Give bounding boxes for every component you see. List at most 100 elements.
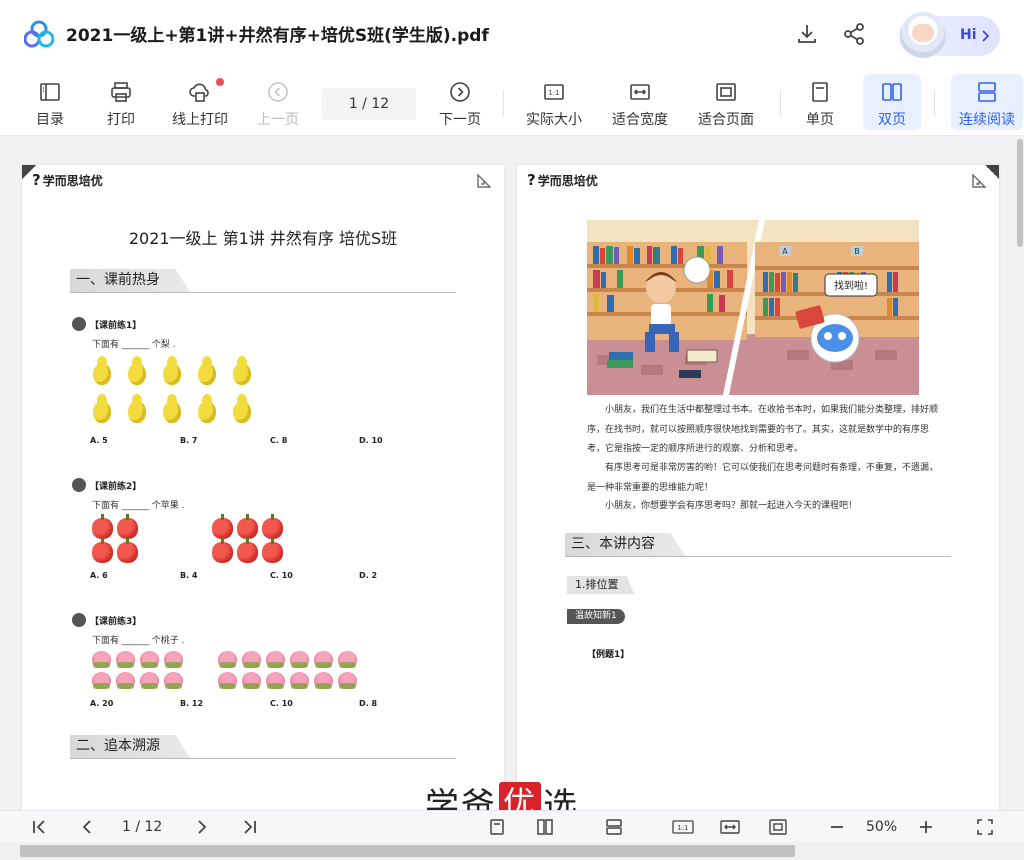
double-page-label: 双页 xyxy=(878,112,906,128)
apple xyxy=(117,538,138,563)
document-viewer[interactable]: 学而思培优 2021一级上 第1讲 井然有序 培优S班 一、课前热身 【课前练1… xyxy=(0,137,1024,810)
apple xyxy=(212,538,233,563)
zoom-out-icon[interactable] xyxy=(828,818,846,836)
pear xyxy=(90,391,114,423)
double-page-view-icon[interactable] xyxy=(536,818,554,836)
example-label: 【例题1】 xyxy=(587,650,630,660)
scroll-thumb[interactable] xyxy=(20,845,795,857)
single-page-button[interactable]: 单页 xyxy=(800,74,840,130)
chevron-right-icon xyxy=(982,30,990,42)
question-text: 下面有 ______ 个桃子 . xyxy=(92,636,185,646)
exercise-label: 【课前练1】 xyxy=(72,317,141,331)
single-page-label: 单页 xyxy=(806,112,834,128)
chevron-left-circle-icon xyxy=(268,82,288,102)
apple-group xyxy=(212,514,283,539)
online-print-button[interactable]: 线上打印 xyxy=(166,74,234,130)
pear xyxy=(90,353,114,385)
first-page-icon[interactable] xyxy=(31,818,49,836)
fit-width-label: 适合宽度 xyxy=(612,112,668,128)
print-label: 打印 xyxy=(107,112,135,128)
prev-page-icon[interactable] xyxy=(78,818,96,836)
fit-page-view-icon[interactable] xyxy=(769,818,787,836)
zoom-in-icon[interactable] xyxy=(917,818,935,836)
pdf-page-2: 学而思培优 xyxy=(517,165,999,810)
page-heading: 2021一级上 第1讲 井然有序 培优S班 xyxy=(128,229,398,248)
option: B. 12 xyxy=(180,699,204,708)
review-tag: 温故知新1 xyxy=(567,609,625,624)
actual-size-view-icon[interactable]: 1:1 xyxy=(672,818,694,836)
vertical-scrollbar[interactable] xyxy=(1016,137,1024,810)
apple xyxy=(237,538,258,563)
option: B. 4 xyxy=(180,571,198,580)
ruler-icon xyxy=(477,173,492,188)
continuous-view-icon[interactable] xyxy=(605,818,623,836)
zoom-level: 50% xyxy=(866,819,898,835)
document-title: 2021一级上+第1讲+井然有序+培优S班(学生版).pdf xyxy=(66,26,489,46)
exercise-label: 【课前练2】 xyxy=(72,478,141,492)
single-page-view-icon[interactable] xyxy=(488,818,506,836)
peach xyxy=(290,651,309,668)
peach xyxy=(290,672,309,689)
intro-paragraph: 小朋友，你想要学会有序思考吗？那就一起进入今天的课程吧！ xyxy=(605,501,858,511)
intro-paragraph: 有序思考可是非常厉害的哟！它可以使我们在思考问题时有条理，不重复，不遗漏，是一种… xyxy=(587,463,939,493)
option: A. 5 xyxy=(90,436,108,445)
printer-icon xyxy=(111,82,131,102)
peach xyxy=(266,651,285,668)
brand-logo: 学而思培优 xyxy=(527,171,598,189)
assistant-button[interactable]: Hi xyxy=(898,12,1000,58)
toolbar: 目录 打印 线上打印 上一页 1 / 12 下一页 1:1 实际大小 适合宽度 … xyxy=(0,68,1024,136)
page-number-input[interactable]: 1 / 12 xyxy=(322,88,416,120)
pear xyxy=(125,353,149,385)
peach xyxy=(218,651,237,668)
peach-group xyxy=(218,672,357,689)
option: C. 10 xyxy=(270,699,293,708)
apple xyxy=(262,538,283,563)
svg-text:1:1: 1:1 xyxy=(548,89,559,97)
share-icon[interactable] xyxy=(842,22,866,46)
horizontal-scrollbar[interactable] xyxy=(0,842,1024,860)
apple xyxy=(212,514,233,539)
peach xyxy=(92,651,111,668)
prev-page-button[interactable]: 上一页 xyxy=(254,74,302,130)
fullscreen-icon[interactable] xyxy=(976,818,994,836)
pear xyxy=(195,391,219,423)
download-icon[interactable] xyxy=(795,22,819,46)
next-page-button[interactable]: 下一页 xyxy=(436,74,484,130)
prev-page-label: 上一页 xyxy=(257,112,299,128)
peach xyxy=(338,672,357,689)
peach-group xyxy=(92,672,183,689)
fit-width-view-icon[interactable] xyxy=(720,818,740,836)
actual-size-button[interactable]: 1:1 实际大小 xyxy=(522,74,586,130)
apple xyxy=(262,514,283,539)
peach xyxy=(116,672,135,689)
ruler-icon xyxy=(972,173,987,188)
scroll-thumb[interactable] xyxy=(1017,139,1023,247)
option: D. 8 xyxy=(359,699,378,708)
toc-button[interactable]: 目录 xyxy=(28,74,72,130)
intro-paragraph: 小朋友，我们在生活中都整理过书本。在收拾书本时，如果我们能分类整理，排好顺序，在… xyxy=(587,405,939,454)
option: A. 6 xyxy=(90,571,108,580)
online-print-label: 线上打印 xyxy=(172,112,228,128)
pear-row xyxy=(90,353,254,385)
continuous-read-button[interactable]: 连续阅读 xyxy=(951,74,1023,130)
toolbar-divider xyxy=(780,90,781,116)
last-page-icon[interactable] xyxy=(240,818,258,836)
apple xyxy=(92,538,113,563)
continuous-read-icon xyxy=(978,82,996,102)
pear xyxy=(195,353,219,385)
double-page-button[interactable]: 双页 xyxy=(863,74,921,130)
toolbar-divider xyxy=(934,90,935,116)
fit-width-button[interactable]: 适合宽度 xyxy=(608,74,672,130)
next-page-icon[interactable] xyxy=(193,818,211,836)
notification-dot xyxy=(216,78,224,86)
apple-group xyxy=(92,514,138,539)
peach xyxy=(140,672,159,689)
bottom-page-indicator[interactable]: 1 / 12 xyxy=(122,819,162,835)
next-page-label: 下一页 xyxy=(439,112,481,128)
fit-page-button[interactable]: 适合页面 xyxy=(694,74,758,130)
print-button[interactable]: 打印 xyxy=(99,74,143,130)
pear xyxy=(160,391,184,423)
bookshelf-scene-icon: A B 找到啦! xyxy=(587,220,919,395)
pencil-icon xyxy=(72,613,86,627)
toolbar-divider xyxy=(503,90,504,116)
